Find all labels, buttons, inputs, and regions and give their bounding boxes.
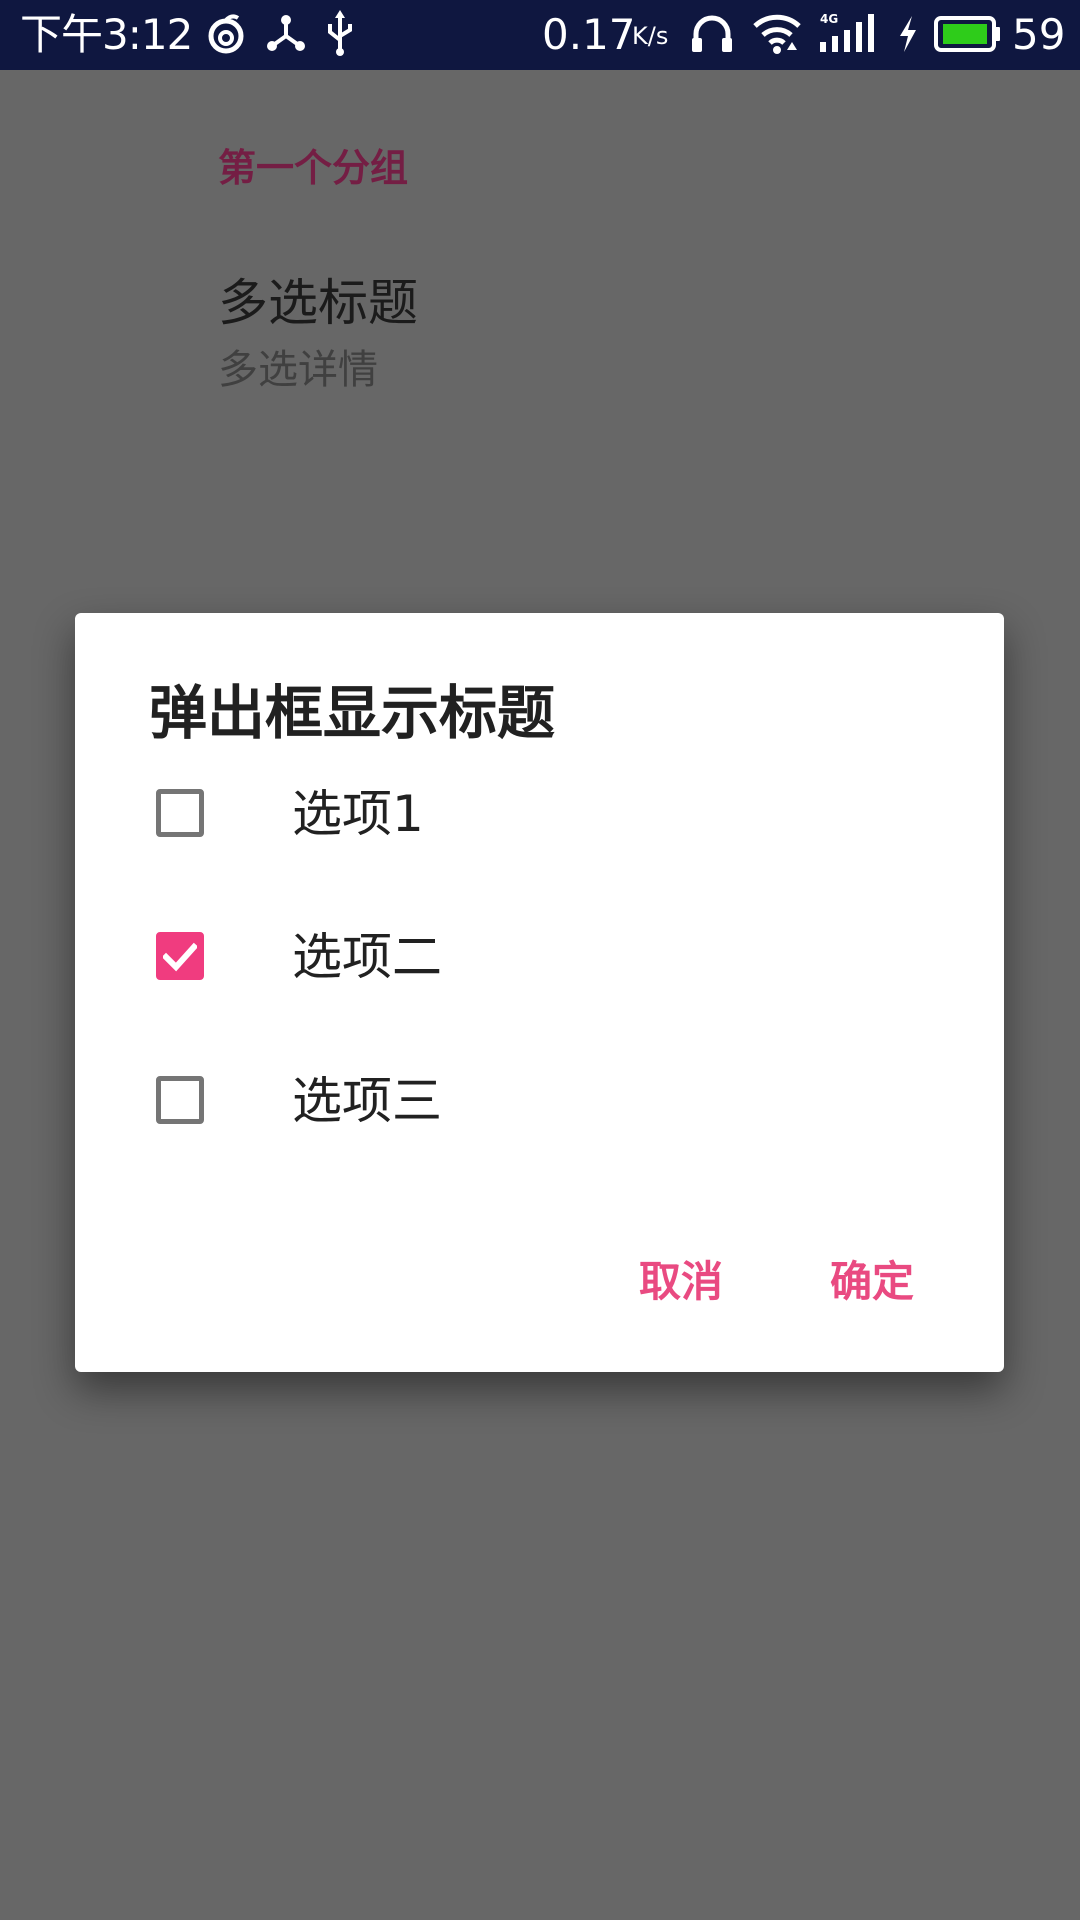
option-label: 选项1 xyxy=(292,785,424,843)
option-item-2[interactable]: 选项二 xyxy=(75,894,1004,1024)
option-label: 选项三 xyxy=(292,1072,442,1130)
network-type-label: 4G xyxy=(820,12,838,26)
status-bar: 下午3:12 0.17 K/s 4G 59 xyxy=(0,0,1080,70)
net-speed: 0.17 xyxy=(542,10,636,59)
wifi-icon xyxy=(752,10,802,62)
charging-icon xyxy=(896,10,920,62)
preference-item-summary: 多选详情 xyxy=(218,347,378,393)
option-item-1[interactable]: 选项1 xyxy=(75,751,1004,881)
signal-icon: 4G xyxy=(818,10,876,62)
battery-icon xyxy=(934,10,1002,62)
preference-item-title: 多选标题 xyxy=(218,274,418,332)
net-speed-unit: K/s xyxy=(632,22,669,50)
usb-icon xyxy=(324,10,356,62)
headphones-icon xyxy=(690,10,734,62)
multi-choice-dialog: 弹出框显示标题 选项1 选项二 选项三 取消 确定 xyxy=(75,613,1004,1372)
netease-music-icon xyxy=(206,10,246,62)
cancel-button[interactable]: 取消 xyxy=(639,1251,723,1313)
option-item-3[interactable]: 选项三 xyxy=(75,1038,1004,1168)
dialog-title: 弹出框显示标题 xyxy=(149,679,556,747)
confirm-button[interactable]: 确定 xyxy=(830,1251,914,1313)
checkbox-unchecked[interactable] xyxy=(156,1076,204,1124)
option-label: 选项二 xyxy=(292,928,442,986)
preference-category-title: 第一个分组 xyxy=(218,146,409,190)
battery-percent: 59 xyxy=(1012,10,1066,59)
checkmark-icon xyxy=(163,942,197,972)
share-icon xyxy=(266,10,306,62)
status-time: 下午3:12 xyxy=(20,10,193,59)
checkbox-unchecked[interactable] xyxy=(156,789,204,837)
checkbox-checked[interactable] xyxy=(156,932,204,980)
